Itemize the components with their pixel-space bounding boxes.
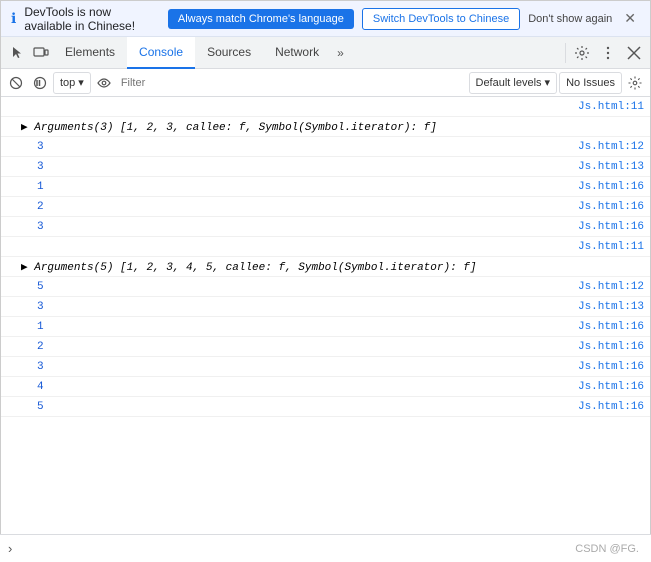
row-content: 3 <box>17 161 578 173</box>
level-arrow-icon: ▾ <box>545 76 551 89</box>
devtools-tab-bar: Elements Console Sources Network » <box>1 37 650 69</box>
row-source[interactable]: Js.html:16 <box>578 221 650 233</box>
dont-show-link[interactable]: Don't show again <box>528 13 612 25</box>
row-source[interactable]: Js.html:16 <box>578 401 650 413</box>
row-content: 4 <box>17 381 578 393</box>
console-content: Js.html:11 ▶ Arguments(3) [1, 2, 3, call… <box>1 97 650 535</box>
console-toolbar: top ▾ Default levels ▾ No Issues <box>1 69 650 97</box>
table-row: 3 Js.html:13 <box>1 297 650 317</box>
table-row: 3 Js.html:16 <box>1 357 650 377</box>
notification-close-button[interactable]: ✕ <box>620 8 640 29</box>
row-content[interactable]: ▶ Arguments(5) [1, 2, 3, 4, 5, callee: f… <box>17 260 644 274</box>
row-source[interactable]: Js.html:16 <box>578 201 650 213</box>
row-source[interactable]: Js.html:16 <box>578 181 650 193</box>
settings-button[interactable] <box>570 41 594 65</box>
tab-console[interactable]: Console <box>127 37 195 69</box>
table-row: 3 Js.html:13 <box>1 157 650 177</box>
row-source[interactable]: Js.html:16 <box>578 341 650 353</box>
table-row: 2 Js.html:16 <box>1 197 650 217</box>
cursor-icon[interactable] <box>5 41 29 65</box>
row-content: 3 <box>17 141 578 153</box>
row-content: 1 <box>17 181 578 193</box>
level-selector[interactable]: Default levels ▾ <box>469 72 558 94</box>
table-row: 1 Js.html:16 <box>1 317 650 337</box>
table-row: 2 Js.html:16 <box>1 337 650 357</box>
eye-button[interactable] <box>93 72 115 94</box>
row-content: 3 <box>17 361 578 373</box>
match-language-button[interactable]: Always match Chrome's language <box>168 9 354 29</box>
row-content: 1 <box>17 321 578 333</box>
table-row: Js.html:11 <box>1 237 650 257</box>
row-content: 5 <box>17 401 578 413</box>
row-content: 5 <box>17 281 578 293</box>
tab-network[interactable]: Network <box>263 37 331 69</box>
console-input[interactable] <box>18 543 575 555</box>
row-source[interactable]: Js.html:11 <box>578 241 650 253</box>
table-row: 4 Js.html:16 <box>1 377 650 397</box>
row-content: 3 <box>17 221 578 233</box>
no-issues-badge: No Issues <box>559 72 622 94</box>
tab-elements[interactable]: Elements <box>53 37 127 69</box>
row-content: 2 <box>17 341 578 353</box>
row-source[interactable]: Js.html:16 <box>578 381 650 393</box>
context-label: top <box>60 77 75 89</box>
table-row: 1 Js.html:16 <box>1 177 650 197</box>
table-row: ▶ Arguments(5) [1, 2, 3, 4, 5, callee: f… <box>1 257 650 277</box>
row-content: 3 <box>17 301 578 313</box>
notification-text: DevTools is now available in Chinese! <box>24 5 160 33</box>
row-content: 2 <box>17 201 578 213</box>
table-row: ▶ Arguments(3) [1, 2, 3, callee: f, Symb… <box>1 117 650 137</box>
context-selector[interactable]: top ▾ <box>53 72 91 94</box>
table-row: 5 Js.html:16 <box>1 397 650 417</box>
row-source[interactable]: Js.html:12 <box>578 141 650 153</box>
row-source[interactable]: Js.html:13 <box>578 301 650 313</box>
more-tabs-button[interactable]: » <box>331 46 350 60</box>
context-arrow-icon: ▾ <box>78 76 84 89</box>
switch-devtools-button[interactable]: Switch DevTools to Chinese <box>362 8 520 30</box>
row-source[interactable]: Js.html:13 <box>578 161 650 173</box>
row-source[interactable]: Js.html:16 <box>578 321 650 333</box>
console-settings-button[interactable] <box>624 72 646 94</box>
notification-bar: ℹ DevTools is now available in Chinese! … <box>1 1 650 37</box>
close-devtools-button[interactable] <box>622 41 646 65</box>
table-row: Js.html:11 <box>1 97 650 117</box>
watermark-text: CSDN @FG. <box>575 543 643 555</box>
level-label: Default levels <box>476 77 542 89</box>
tab-sources[interactable]: Sources <box>195 37 263 69</box>
table-row: 3 Js.html:16 <box>1 217 650 237</box>
toolbar-separator <box>565 43 566 63</box>
toolbar-right <box>570 41 646 65</box>
clear-console-button[interactable] <box>5 72 27 94</box>
table-row: 3 Js.html:12 <box>1 137 650 157</box>
console-input-row: › CSDN @FG. <box>0 534 651 562</box>
table-row: 5 Js.html:12 <box>1 277 650 297</box>
row-content[interactable]: ▶ Arguments(3) [1, 2, 3, callee: f, Symb… <box>17 120 644 134</box>
row-source[interactable]: Js.html:16 <box>578 361 650 373</box>
row-source[interactable]: Js.html:12 <box>578 281 650 293</box>
console-prompt: › <box>8 541 12 556</box>
filter-input[interactable] <box>117 72 467 94</box>
info-icon: ℹ <box>11 10 16 27</box>
more-options-button[interactable] <box>596 41 620 65</box>
device-toggle-icon[interactable] <box>29 41 53 65</box>
row-source[interactable]: Js.html:11 <box>578 101 650 113</box>
stop-recording-button[interactable] <box>29 72 51 94</box>
